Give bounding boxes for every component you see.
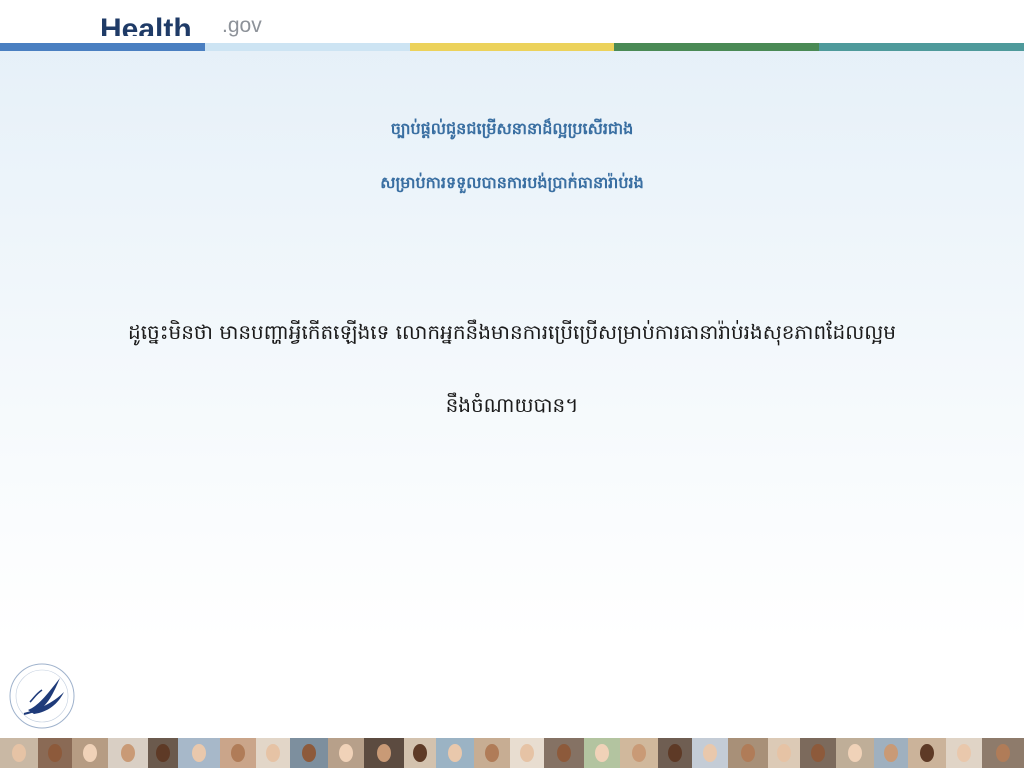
strip-photo xyxy=(908,738,946,768)
strip-photo xyxy=(256,738,290,768)
slide-subtitle-line-2: សម្រាប់ការទទួលបានការបង់ប្រាក់ធានារ៉ាប់រង xyxy=(380,173,644,192)
strip-photo-face xyxy=(884,744,898,762)
hhs-seal-icon xyxy=(9,663,75,729)
strip-photo xyxy=(436,738,474,768)
strip-photo xyxy=(404,738,436,768)
site-header: Health .gov xyxy=(0,0,1024,43)
strip-photo-face xyxy=(703,744,717,762)
strip-photo-face xyxy=(741,744,755,762)
strip-photo-face xyxy=(377,744,391,762)
strip-photo xyxy=(874,738,908,768)
strip-photo-face xyxy=(632,744,646,762)
stripe-blue xyxy=(0,43,205,51)
strip-photo-face xyxy=(595,744,609,762)
strip-photo xyxy=(584,738,620,768)
strip-photo-face xyxy=(557,744,571,762)
strip-photo xyxy=(658,738,692,768)
strip-photo xyxy=(800,738,836,768)
strip-photo-face xyxy=(231,744,245,762)
strip-photo xyxy=(728,738,768,768)
strip-photo xyxy=(836,738,874,768)
stripe-teal xyxy=(819,43,1024,51)
site-logo-tld: .gov xyxy=(222,14,262,37)
strip-photo-face xyxy=(12,744,26,762)
strip-photo-face xyxy=(485,744,499,762)
strip-photo-face xyxy=(777,744,791,762)
strip-photo xyxy=(946,738,982,768)
strip-photo-face xyxy=(520,744,534,762)
stripe-yellow xyxy=(409,43,615,51)
strip-photo-face xyxy=(996,744,1010,762)
strip-photo xyxy=(0,738,38,768)
strip-photo xyxy=(544,738,584,768)
slide-body-line-1: ដូច្នេះមិនថា មានបញ្ហាអ្វីកើតឡើងទេ លោកអ្ន… xyxy=(128,320,896,344)
photo-strip xyxy=(0,738,1024,768)
strip-photo-face xyxy=(83,744,97,762)
stripe-light-blue xyxy=(204,43,410,51)
strip-photo xyxy=(510,738,544,768)
strip-photo xyxy=(220,738,256,768)
stripe-green xyxy=(614,43,820,51)
strip-photo-face xyxy=(156,744,170,762)
strip-photo-face xyxy=(302,744,316,762)
strip-photo xyxy=(364,738,404,768)
strip-photo xyxy=(178,738,220,768)
strip-photo-face xyxy=(848,744,862,762)
strip-photo-face xyxy=(192,744,206,762)
slide-body-line-2: នឹងចំណាយបាន។ xyxy=(445,393,579,417)
strip-photo-face xyxy=(48,744,62,762)
strip-photo-face xyxy=(413,744,427,762)
strip-photo-face xyxy=(811,744,825,762)
strip-photo-face xyxy=(448,744,462,762)
site-logo-word: Health xyxy=(100,13,192,36)
strip-photo-face xyxy=(266,744,280,762)
strip-photo xyxy=(474,738,510,768)
strip-photo xyxy=(290,738,328,768)
color-stripe-bar xyxy=(0,43,1024,51)
strip-photo xyxy=(38,738,72,768)
strip-photo xyxy=(692,738,728,768)
strip-photo-face xyxy=(339,744,353,762)
strip-photo xyxy=(148,738,178,768)
strip-photo xyxy=(768,738,800,768)
strip-photo xyxy=(620,738,658,768)
strip-photo xyxy=(108,738,148,768)
strip-photo-face xyxy=(121,744,135,762)
strip-photo-face xyxy=(920,744,934,762)
strip-photo xyxy=(328,738,364,768)
strip-photo xyxy=(72,738,108,768)
strip-photo-face xyxy=(668,744,682,762)
slide-subtitle-line-1: ច្បាប់ផ្តល់ជូនជម្រើសនានាដ៏ល្អប្រសើរជាង xyxy=(390,119,634,138)
strip-photo-face xyxy=(957,744,971,762)
strip-photo xyxy=(982,738,1024,768)
